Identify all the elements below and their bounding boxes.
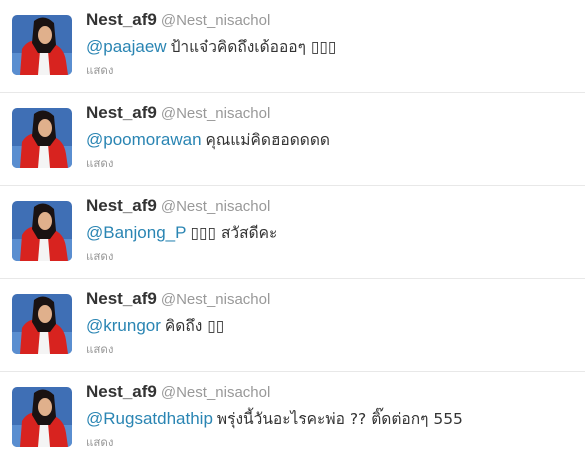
tweet-item[interactable]: Nest_af9 @Nest_nisachol @paajaew ป้าแจ๋วคิ… <box>0 0 585 93</box>
tweet-text: @poomorawan คุณแม่คิดฮอดดดด <box>86 127 330 152</box>
tweet-header: Nest_af9 @Nest_nisachol <box>86 10 270 30</box>
avatar[interactable] <box>12 294 72 354</box>
tweet-mention-link[interactable]: @poomorawan <box>86 130 202 149</box>
avatar[interactable] <box>12 108 72 168</box>
tweet-header: Nest_af9 @Nest_nisachol <box>86 103 270 123</box>
tweet-text: @Rugsatdhathip พรุ่งนี้วันอะไรคะพ่อ ?? ติ… <box>86 406 463 431</box>
expand-link[interactable]: แสดง <box>86 248 114 266</box>
tweet-header: Nest_af9 @Nest_nisachol <box>86 382 270 402</box>
tweet-text: @paajaew ป้าแจ๋วคิดถึงเด้อออๆ ▯▯▯ <box>86 34 336 59</box>
tweet-fullname[interactable]: Nest_af9 <box>86 103 157 122</box>
expand-link[interactable]: แสดง <box>86 341 114 359</box>
expand-link[interactable]: แสดง <box>86 62 114 80</box>
tweet-body: พรุ่งนี้วันอะไรคะพ่อ ?? ติ๊ดต่อกๆ 555 <box>216 410 463 428</box>
tweet-username[interactable]: @Nest_nisachol <box>161 384 270 401</box>
tweet-item[interactable]: Nest_af9 @Nest_nisachol @Rugsatdhathip พรุ… <box>0 372 585 465</box>
expand-link[interactable]: แสดง <box>86 434 114 452</box>
tweet-text: @Banjong_P ▯▯▯ สวัสดีคะ <box>86 220 277 245</box>
tweet-fullname[interactable]: Nest_af9 <box>86 289 157 308</box>
tweet-body: ป้าแจ๋วคิดถึงเด้อออๆ ▯▯▯ <box>170 38 337 56</box>
expand-link[interactable]: แสดง <box>86 155 114 173</box>
tweet-username[interactable]: @Nest_nisachol <box>161 198 270 215</box>
avatar[interactable] <box>12 15 72 75</box>
tweet-username[interactable]: @Nest_nisachol <box>161 12 270 29</box>
tweet-timeline: Nest_af9 @Nest_nisachol @paajaew ป้าแจ๋วคิ… <box>0 0 585 466</box>
tweet-username[interactable]: @Nest_nisachol <box>161 291 270 308</box>
tweet-fullname[interactable]: Nest_af9 <box>86 10 157 29</box>
tweet-item[interactable]: Nest_af9 @Nest_nisachol @poomorawan คุณแม่… <box>0 93 585 186</box>
tweet-username[interactable]: @Nest_nisachol <box>161 105 270 122</box>
tweet-body: คุณแม่คิดฮอดดดด <box>205 131 330 149</box>
tweet-mention-link[interactable]: @krungor <box>86 316 161 335</box>
tweet-text: @krungor คิดถึง ▯▯ <box>86 313 224 338</box>
tweet-mention-link[interactable]: @Banjong_P <box>86 223 186 242</box>
tweet-fullname[interactable]: Nest_af9 <box>86 196 157 215</box>
tweet-fullname[interactable]: Nest_af9 <box>86 382 157 401</box>
tweet-body: คิดถึง ▯▯ <box>164 317 225 335</box>
tweet-mention-link[interactable]: @paajaew <box>86 37 167 56</box>
tweet-item[interactable]: Nest_af9 @Nest_nisachol @Banjong_P ▯▯▯ สวั… <box>0 186 585 279</box>
tweet-header: Nest_af9 @Nest_nisachol <box>86 196 270 216</box>
tweet-mention-link[interactable]: @Rugsatdhathip <box>86 409 213 428</box>
tweet-body: ▯▯▯ สวัสดีคะ <box>190 224 278 242</box>
avatar[interactable] <box>12 387 72 447</box>
avatar[interactable] <box>12 201 72 261</box>
tweet-header: Nest_af9 @Nest_nisachol <box>86 289 270 309</box>
tweet-item[interactable]: Nest_af9 @Nest_nisachol @krungor คิดถึง ▯▯… <box>0 279 585 372</box>
